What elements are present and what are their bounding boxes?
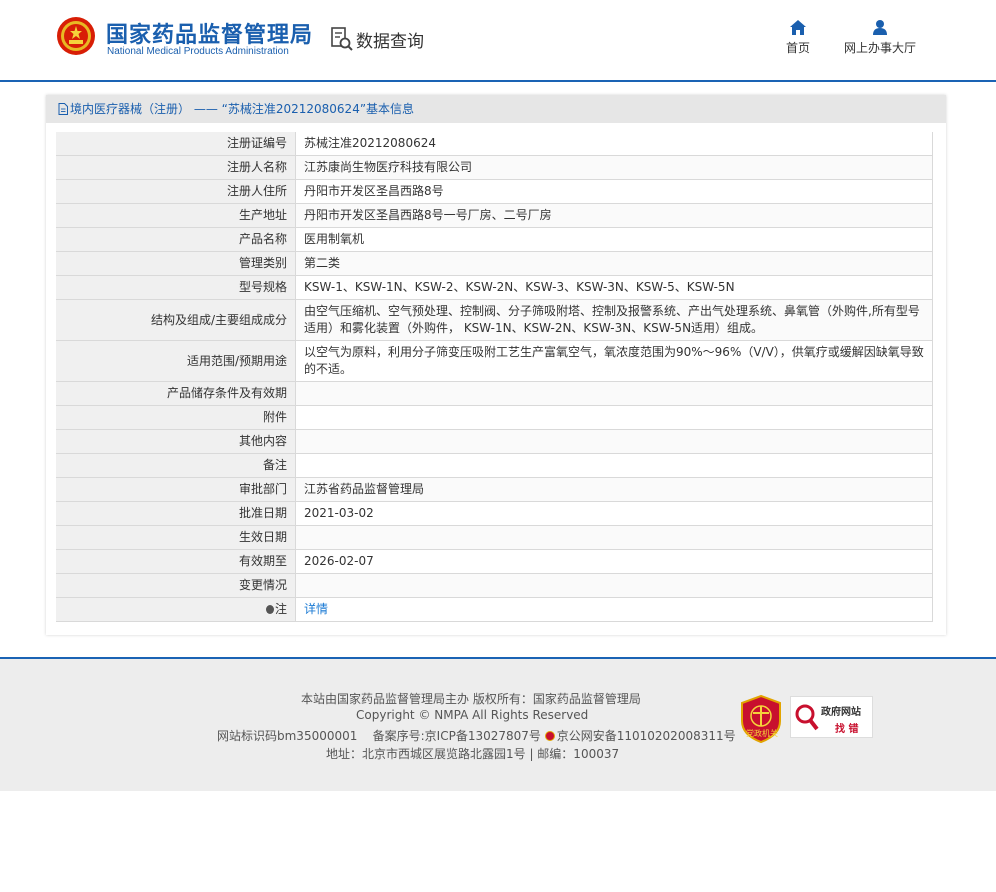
detail-panel: 境内医疗器械（注册） —— “苏械注准20212080624”基本信息 注册证编… [46,95,946,635]
row-label: 审批部门 [56,477,296,502]
site-logo-title[interactable]: 国家药品监督管理局 [106,17,313,49]
police-badge-icon [544,731,555,741]
gov-site-error-badge[interactable]: 政府网站 找 错 [790,696,873,738]
row-value: 江苏康尚生物医疗科技有限公司 [295,155,932,180]
table-row-note: 注 详情 [56,597,932,622]
footer-address: 地址：北京市西城区展览路北露园1号 | 邮编：100037 [326,747,620,761]
row-value: 丹阳市开发区圣昌西路8号一号厂房、二号厂房 [295,203,932,228]
row-value [295,429,932,454]
site-footer: 本站由国家药品监督管理局主办 版权所有：国家药品监督管理局 Copyright … [0,659,996,791]
national-emblem-icon [57,17,95,55]
search-error-icon [795,704,819,731]
row-label: 产品名称 [56,227,296,252]
footer-icp[interactable]: 网站标识码bm35000001 备案序号:京ICP备13027807号 [217,729,545,743]
party-gov-badge[interactable]: 党政机关 [740,694,782,744]
table-row: 批准日期 2021-03-02 [56,501,932,526]
table-row: 审批部门 江苏省药品监督管理局 [56,477,932,502]
table-row: 结构及组成/主要组成成分 由空气压缩机、空气预处理、控制阀、分子筛吸附塔、控制及… [56,299,932,341]
nav-online-hall-label: 网上办事大厅 [843,41,916,55]
row-value: 2026-02-07 [295,549,932,574]
row-label: 注册人名称 [56,155,296,180]
row-label: 有效期至 [56,549,296,574]
row-label: 附件 [56,405,296,430]
footer-public-security[interactable]: 京公网安备11010202008311号 [557,729,736,743]
row-value: 第二类 [295,251,932,276]
data-query-link[interactable]: 数据查询 [330,26,424,52]
row-value: 由空气压缩机、空气预处理、控制阀、分子筛吸附塔、控制及报警系统、产出气处理系统、… [295,299,932,341]
table-row: 有效期至 2026-02-07 [56,549,932,574]
table-row: 产品名称 医用制氧机 [56,227,932,252]
table-row: 备注 [56,453,932,478]
data-query-icon [331,27,353,51]
row-value [295,573,932,598]
row-label: 生产地址 [56,203,296,228]
row-label: 备注 [56,453,296,478]
row-label: 其他内容 [56,429,296,454]
panel-title: 境内医疗器械（注册） —— “苏械注准20212080624”基本信息 [70,102,415,116]
details-link[interactable]: 详情 [304,602,328,616]
table-row: 附件 [56,405,932,430]
row-label: 批准日期 [56,501,296,526]
row-label: 结构及组成/主要组成成分 [56,299,296,341]
note-label-cell: 注 [56,597,296,622]
footer-copyright: Copyright © NMPA All Rights Reserved [356,708,589,722]
table-row: 适用范围/预期用途 以空气为原料，利用分子筛变压吸附工艺生产富氧空气，氧浓度范围… [56,340,932,382]
nav-home[interactable]: 首页 [780,20,816,56]
row-value [295,381,932,406]
row-label: 型号规格 [56,275,296,300]
row-value: KSW-1、KSW-1N、KSW-2、KSW-2N、KSW-3、KSW-3N、K… [295,275,932,300]
footer-sponsor: 本站由国家药品监督管理局主办 版权所有：国家药品监督管理局 [301,692,641,706]
row-label: 适用范围/预期用途 [56,340,296,382]
footer-registration: 网站标识码bm35000001 备案序号:京ICP备13027807号 京公网安… [217,727,736,744]
row-label: 注册证编号 [56,132,296,156]
note-value-cell: 详情 [295,597,932,622]
site-header: 国家药品监督管理局 National Medical Products Admi… [0,0,996,80]
party-gov-label: 党政机关 [746,729,778,738]
table-row: 生效日期 [56,525,932,550]
table-row: 注册证编号 苏械注准20212080624 [56,132,932,156]
table-row: 其他内容 [56,429,932,454]
row-label: 生效日期 [56,525,296,550]
table-row: 型号规格 KSW-1、KSW-1N、KSW-2、KSW-2N、KSW-3、KSW… [56,275,932,300]
row-value: 苏械注准20212080624 [295,132,932,156]
row-value: 以空气为原料，利用分子筛变压吸附工艺生产富氧空气，氧浓度范围为90%～96%（V… [295,340,932,382]
gov-site-label: 政府网站 [821,707,861,718]
info-table: 注册证编号 苏械注准20212080624 注册人名称 江苏康尚生物医疗科技有限… [56,132,932,622]
site-logo-subtitle[interactable]: National Medical Products Administration [107,46,289,57]
table-row: 管理类别 第二类 [56,251,932,276]
user-icon [873,20,887,35]
panel-header: 境内医疗器械（注册） —— “苏械注准20212080624”基本信息 [46,95,946,123]
table-row: 注册人名称 江苏康尚生物医疗科技有限公司 [56,155,932,180]
data-query-label: 数据查询 [356,31,424,52]
row-label: 注册人住所 [56,179,296,204]
pin-icon [265,605,274,614]
nav-online-hall[interactable]: 网上办事大厅 [840,20,920,56]
find-error-label: 找 错 [835,724,859,735]
row-value: 医用制氧机 [295,227,932,252]
row-label: 产品储存条件及有效期 [56,381,296,406]
header-divider [0,80,996,82]
table-row: 变更情况 [56,573,932,598]
info-table-wrapper: 注册证编号 苏械注准20212080624 注册人名称 江苏康尚生物医疗科技有限… [56,132,933,622]
nav-home-label: 首页 [785,41,810,55]
table-row: 生产地址 丹阳市开发区圣昌西路8号一号厂房、二号厂房 [56,203,932,228]
row-value [295,405,932,430]
row-label: 管理类别 [56,251,296,276]
row-value [295,453,932,478]
table-row: 注册人住所 丹阳市开发区圣昌西路8号 [56,179,932,204]
row-value: 江苏省药品监督管理局 [295,477,932,502]
row-value: 丹阳市开发区圣昌西路8号 [295,179,932,204]
row-value [295,525,932,550]
row-label: 变更情况 [56,573,296,598]
document-icon [58,103,68,115]
row-value: 2021-03-02 [295,501,932,526]
table-row: 产品储存条件及有效期 [56,381,932,406]
note-label: 注 [274,602,287,616]
home-icon [790,20,806,35]
